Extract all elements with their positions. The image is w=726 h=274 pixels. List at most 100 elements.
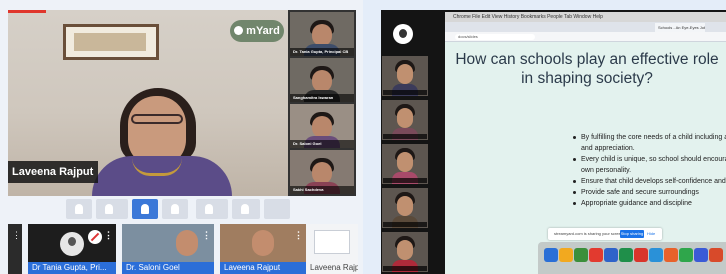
speaker-name-label: Laveena Rajput	[8, 161, 98, 183]
participant-face	[312, 116, 332, 138]
screen-layout-icon	[241, 204, 249, 214]
offscreen-tile[interactable]: ⋮	[8, 224, 22, 274]
dock-app-icon[interactable]	[544, 248, 558, 262]
dock-app-icon[interactable]	[574, 248, 588, 262]
slide-bullet: Appropriate guidance and discipline	[573, 198, 726, 209]
more-icon[interactable]: ⋮	[104, 230, 113, 241]
participant-face	[397, 196, 413, 216]
tile-label-bar	[383, 134, 427, 139]
dock-app-icon[interactable]	[649, 248, 663, 262]
participant-face	[397, 64, 413, 84]
side-tile-1[interactable]: Dr. Tania Gupta, Principal CB	[290, 12, 354, 56]
participant-face	[312, 24, 332, 46]
side-tile-label: Sakhi Sachdeva	[290, 186, 354, 194]
backstage-tile-screenshare[interactable]: Laveena Rajp	[306, 224, 358, 274]
logo-icon	[234, 26, 244, 35]
right-tile-5[interactable]	[382, 232, 428, 272]
avatar-icon[interactable]	[393, 24, 413, 44]
wall-frame	[63, 24, 159, 60]
side-tile-2[interactable]: Sanghamitra Iswaran	[290, 58, 354, 102]
screen-share-bar: streamyard.com is sharing your screen. S…	[548, 228, 662, 240]
slide-bullet: By fulfilling the core needs of a child …	[573, 132, 726, 154]
participant-face	[397, 240, 413, 260]
screenshot-left: mYard Laveena Rajput Dr. Tania Gupta, Pr…	[0, 0, 363, 274]
mac-menu-bar: Chrome File Edit View History Bookmarks …	[445, 12, 726, 22]
side-tile-label: Sanghamitra Iswaran	[290, 94, 354, 102]
dock-app-icon[interactable]	[664, 248, 678, 262]
layout-screen-button[interactable]	[232, 199, 260, 219]
main-video-tile[interactable]: mYard Laveena Rajput	[8, 10, 288, 196]
participant-face	[397, 108, 413, 128]
dock-app-icon[interactable]	[619, 248, 633, 262]
slide-title: How can schools play an effective role i…	[455, 51, 719, 87]
dock-app-icon[interactable]	[634, 248, 648, 262]
browser-address-bar: docs/slides	[445, 32, 726, 42]
dock-app-icon[interactable]	[679, 248, 693, 262]
logo-text: mYard	[246, 25, 280, 37]
stop-sharing-button[interactable]: Stop sharing	[620, 230, 644, 238]
leader-layout-icon	[141, 204, 149, 214]
backstage-tile-tania[interactable]: ⋮ Dr Tania Gupta, Pri...	[28, 224, 116, 274]
hide-button[interactable]: Hide	[647, 228, 655, 240]
dock-app-icon[interactable]	[589, 248, 603, 262]
browser-tab[interactable]: Schools - An Eye-Eyes Job	[655, 23, 705, 32]
tile-label-bar	[383, 266, 427, 271]
brand-logo: mYard	[230, 20, 284, 42]
share-message: streamyard.com is sharing your screen.	[554, 231, 625, 236]
slide-bullets: By fulfilling the core needs of a child …	[573, 132, 726, 209]
split-layout-icon	[205, 204, 213, 214]
more-icon[interactable]: ⋮	[294, 230, 303, 241]
right-tile-4[interactable]	[382, 188, 428, 228]
side-tile-label: Dr. Saloni Goel	[290, 140, 354, 148]
participant-face	[312, 162, 332, 184]
url-field[interactable]: docs/slides	[455, 34, 535, 40]
slide-bullet: Ensure that child develops self-confiden…	[573, 176, 726, 187]
dock-app-icon[interactable]	[604, 248, 618, 262]
people-icon	[105, 204, 113, 214]
tile-label-bar	[383, 178, 427, 183]
right-tile-3[interactable]	[382, 144, 428, 184]
more-icon[interactable]: ⋮	[12, 230, 21, 241]
spotlight-icon	[171, 204, 179, 214]
layout-selector	[66, 199, 292, 219]
avatar-icon	[60, 232, 84, 256]
right-tile-1[interactable]	[382, 56, 428, 96]
shared-screen: Chrome File Edit View History Bookmarks …	[445, 12, 726, 274]
layout-split-button[interactable]	[196, 199, 228, 219]
participant-sidebar: Dr. Tania Gupta, Principal CB Sanghamitr…	[288, 10, 356, 196]
side-tile-3[interactable]: Dr. Saloni Goel	[290, 104, 354, 148]
backstage-tile-label: Laveena Rajput	[220, 262, 306, 274]
participant-face	[252, 230, 274, 256]
backstage-tile-laveena[interactable]: ⋮ Laveena Rajput	[220, 224, 306, 274]
participant-face	[397, 152, 413, 172]
backstage-tile-saloni[interactable]: ⋮ Dr. Saloni Goel	[122, 224, 214, 274]
right-tile-2[interactable]	[382, 100, 428, 140]
tile-label-bar	[383, 222, 427, 227]
screenshot-right: Chrome File Edit View History Bookmarks …	[381, 10, 726, 274]
side-tile-label: Dr. Tania Gupta, Principal CB	[290, 48, 354, 56]
person-icon	[75, 204, 83, 214]
layout-empty-button[interactable]	[264, 199, 290, 219]
participant-face	[312, 70, 332, 92]
slide-bullet: Provide safe and secure surroundings	[573, 187, 726, 198]
layout-solo-button[interactable]	[66, 199, 92, 219]
participant-column	[381, 48, 428, 274]
recording-indicator	[8, 10, 46, 13]
layout-spotlight-button[interactable]	[162, 199, 188, 219]
side-tile-4[interactable]: Sakhi Sachdeva	[290, 150, 354, 194]
mic-muted-icon	[88, 230, 102, 244]
screen-preview	[314, 230, 350, 254]
backstage-tile-label: Dr Tania Gupta, Pri...	[28, 262, 116, 274]
mac-dock	[538, 242, 726, 274]
dock-app-icon[interactable]	[559, 248, 573, 262]
layout-leader-button[interactable]	[132, 199, 158, 219]
speaker-glasses	[131, 114, 183, 124]
dock-app-icon[interactable]	[709, 248, 723, 262]
dock-app-icon[interactable]	[694, 248, 708, 262]
browser-tab-strip: Schools - An Eye-Eyes Job	[445, 22, 726, 32]
layout-group-button[interactable]	[96, 199, 128, 219]
more-icon[interactable]: ⋮	[202, 230, 211, 241]
backstage-tile-label: Dr. Saloni Goel	[122, 262, 214, 274]
participant-face	[176, 230, 198, 256]
tile-label-bar	[383, 90, 427, 95]
